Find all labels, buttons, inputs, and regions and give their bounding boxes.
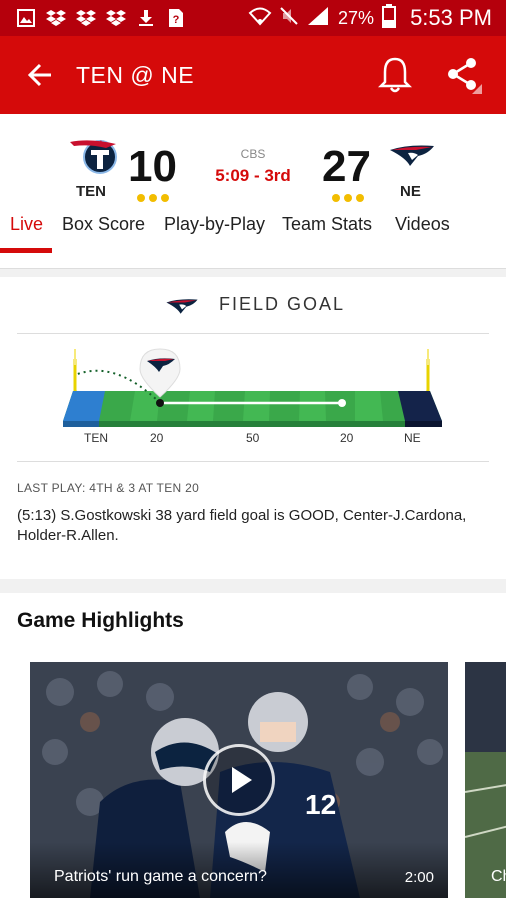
patriots-logo <box>165 295 199 322</box>
divider <box>17 333 489 334</box>
timeout-dot <box>137 194 145 202</box>
divider <box>0 268 506 269</box>
app-bar: TEN @ NE <box>0 36 506 114</box>
svg-text:?: ? <box>173 14 180 26</box>
video-caption: Ch <box>491 868 506 885</box>
tab-box-score[interactable]: Box Score <box>62 214 145 235</box>
home-team-abbr: NE <box>400 183 421 200</box>
dropbox-icon <box>76 8 96 28</box>
bell-icon[interactable] <box>377 56 413 94</box>
dropbox-icon <box>106 8 126 28</box>
battery-icon <box>382 3 397 33</box>
timeout-dot <box>332 194 340 202</box>
mute-icon <box>280 6 298 30</box>
download-icon <box>136 8 156 28</box>
tab-team-stats[interactable]: Team Stats <box>282 214 372 235</box>
video-duration: 2:00 <box>404 869 434 886</box>
field-label-ne: NE <box>404 431 421 445</box>
back-arrow-icon[interactable] <box>20 55 60 95</box>
video-card[interactable]: 12 Patriots' run game a concern? 2:00 <box>30 662 448 898</box>
tab-bar: Live Box Score Play-by-Play Team Stats V… <box>0 210 506 256</box>
timeout-dot <box>161 194 169 202</box>
play-button-icon[interactable] <box>203 744 275 816</box>
field-label-20-left: 20 <box>150 431 164 445</box>
tab-play-by-play[interactable]: Play-by-Play <box>164 214 265 235</box>
video-caption: Patriots' run game a concern? <box>54 868 267 885</box>
divider <box>17 461 489 462</box>
timeout-dot <box>344 194 352 202</box>
tab-live[interactable]: Live <box>10 214 43 235</box>
patriots-logo <box>388 140 436 175</box>
home-timeouts <box>332 194 364 202</box>
file-icon: ? <box>166 8 186 28</box>
share-icon[interactable] <box>446 56 482 94</box>
svg-text:12: 12 <box>305 789 336 820</box>
timeout-dot <box>356 194 364 202</box>
signal-icon <box>306 6 330 31</box>
field-label-ten: TEN <box>84 431 108 445</box>
section-title: Game Highlights <box>17 609 184 632</box>
video-card[interactable]: Ch <box>465 662 506 898</box>
play-type-title: FIELD GOAL <box>219 294 346 314</box>
scoreboard: TEN 10 CBS 5:09 - 3rd 27 NE Live Box Sco… <box>0 114 506 269</box>
video-thumbnail <box>465 662 506 898</box>
highlights-section: Game Highlights 12 Patriots' run game a … <box>0 593 506 900</box>
home-score: 27 <box>322 142 371 191</box>
tab-videos[interactable]: Videos <box>395 214 450 235</box>
last-play-label: LAST PLAY: 4TH & 3 AT TEN 20 <box>17 481 200 495</box>
goalpost-right <box>420 349 430 399</box>
clock-time: 5:53 PM <box>410 5 492 30</box>
field-label-50: 50 <box>246 431 260 445</box>
status-bar: ? 27% 5:53 PM <box>0 0 506 36</box>
last-play-description: (5:13) S.Gostkowski 38 yard field goal i… <box>17 507 467 544</box>
active-tab-indicator <box>0 248 52 253</box>
battery-percent: 27% <box>338 7 375 28</box>
dropbox-icon <box>46 8 66 28</box>
gallery-icon <box>16 8 36 28</box>
away-timeouts <box>137 194 169 202</box>
timeout-dot <box>149 194 157 202</box>
field-label-20-right: 20 <box>340 431 354 445</box>
wifi-icon <box>248 6 272 31</box>
page-title: TEN @ NE <box>76 61 195 88</box>
last-play-card[interactable]: FIELD GOAL TEN 20 50 20 NE LAST PLAY: 4T… <box>0 277 506 579</box>
